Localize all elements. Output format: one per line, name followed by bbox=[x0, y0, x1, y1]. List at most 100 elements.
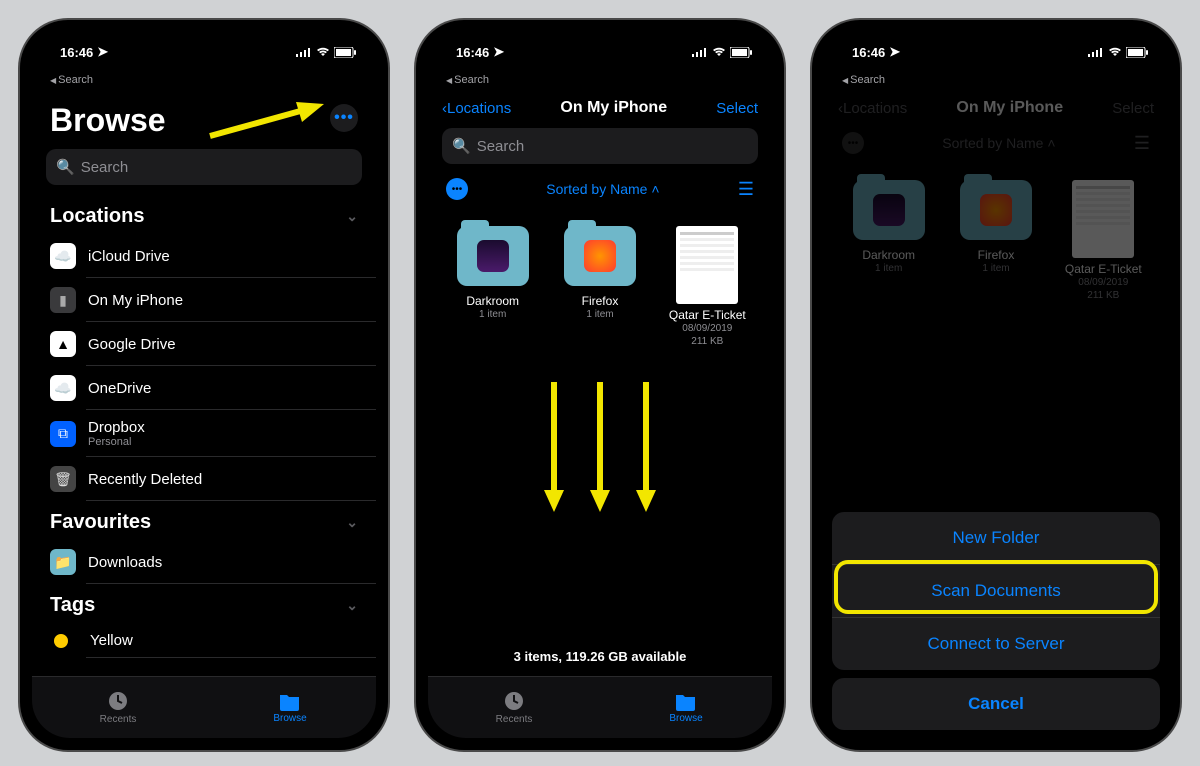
search-input[interactable]: 🔍 Search bbox=[46, 149, 362, 185]
locations-header[interactable]: Locations⌄ bbox=[32, 195, 376, 234]
tab-browse[interactable]: Browse bbox=[600, 677, 772, 738]
chevron-down-icon: ⌄ bbox=[346, 208, 358, 225]
folder-icon: 📁 bbox=[50, 549, 76, 575]
location-on-my-iphone[interactable]: ▮ On My iPhone bbox=[32, 278, 376, 322]
file-sub: 08/09/2019211 KB bbox=[682, 322, 732, 348]
tab-bar: Recents Browse bbox=[428, 676, 772, 738]
search-icon: 🔍 bbox=[56, 158, 75, 176]
tag-yellow[interactable]: Yellow bbox=[32, 623, 376, 658]
row-label: On My iPhone bbox=[88, 292, 183, 309]
annotation-highlight-scan bbox=[834, 560, 1158, 614]
chevron-down-icon: ⌄ bbox=[346, 514, 358, 531]
row-label: iCloud Drive bbox=[88, 248, 170, 265]
nav-title: On My iPhone bbox=[956, 99, 1063, 117]
search-input[interactable]: 🔍 Search bbox=[442, 128, 758, 164]
status-time: 16:46 bbox=[60, 45, 93, 60]
sheet-connect-server[interactable]: Connect to Server bbox=[832, 618, 1160, 670]
tab-recents[interactable]: Recents bbox=[428, 677, 600, 738]
trash-icon: 🗑 bbox=[50, 466, 76, 492]
back-to-search[interactable]: Search bbox=[32, 72, 376, 88]
row-label: Recently Deleted bbox=[88, 471, 202, 488]
folder-darkroom[interactable]: Darkroom 1 item bbox=[450, 226, 535, 348]
folder-toolbar: ••• Sorted by Name ˄ ☰ bbox=[428, 174, 772, 206]
tab-recents[interactable]: Recents bbox=[32, 677, 204, 738]
folder-darkroom: Darkroom 1 item bbox=[846, 180, 931, 302]
location-icon: ➤ bbox=[493, 44, 504, 60]
row-label: Yellow bbox=[90, 632, 133, 649]
file-sub: 1 item bbox=[479, 308, 506, 321]
row-label: OneDrive bbox=[88, 380, 151, 397]
file-sub: 1 item bbox=[586, 308, 613, 321]
battery-icon bbox=[334, 47, 356, 58]
screen-folder: 16:46➤ Search ‹ Locations On My iPhone S… bbox=[428, 32, 772, 738]
favourites-header[interactable]: Favourites⌄ bbox=[32, 501, 376, 540]
sort-button[interactable]: Sorted by Name ˄ bbox=[546, 181, 659, 197]
annotation-swipe-arrows bbox=[428, 382, 772, 512]
file-qatar-eticket: Qatar E-Ticket 08/09/2019211 KB bbox=[1061, 180, 1146, 302]
row-label: Downloads bbox=[88, 554, 162, 571]
location-recently-deleted[interactable]: 🗑 Recently Deleted bbox=[32, 457, 376, 501]
action-sheet: New Folder Scan Documents Connect to Ser… bbox=[832, 512, 1160, 730]
file-qatar-eticket[interactable]: Qatar E-Ticket 08/09/2019211 KB bbox=[665, 226, 750, 348]
tab-browse[interactable]: Browse bbox=[204, 677, 376, 738]
file-name: Firefox bbox=[582, 294, 619, 308]
nav-bar: ‹ Locations On My iPhone Select bbox=[428, 88, 772, 128]
location-onedrive[interactable]: ☁️ OneDrive bbox=[32, 366, 376, 410]
more-button[interactable]: ••• bbox=[446, 178, 468, 200]
more-options-button[interactable]: ••• bbox=[330, 104, 358, 132]
folder-firefox[interactable]: Firefox 1 item bbox=[557, 226, 642, 348]
screen-actionsheet: 16:46➤ Search ‹ Locations On My iPhone S… bbox=[824, 32, 1168, 738]
tags-header[interactable]: Tags⌄ bbox=[32, 584, 376, 623]
clock-icon bbox=[107, 690, 129, 712]
search-placeholder: Search bbox=[81, 159, 129, 176]
folder-icon bbox=[457, 226, 529, 286]
phone-frame-3: 16:46➤ Search ‹ Locations On My iPhone S… bbox=[812, 20, 1180, 750]
phone-frame-2: 16:46➤ Search ‹ Locations On My iPhone S… bbox=[416, 20, 784, 750]
tab-bar: Recents Browse bbox=[32, 676, 376, 738]
row-label: DropboxPersonal bbox=[88, 419, 145, 448]
search-icon: 🔍 bbox=[452, 137, 471, 155]
document-icon bbox=[676, 226, 738, 304]
dropbox-icon: ⧉ bbox=[50, 421, 76, 447]
annotation-arrow-diagonal bbox=[204, 102, 324, 142]
tag-dot-icon bbox=[54, 634, 68, 648]
status-time: 16:46 bbox=[852, 45, 885, 60]
folder-icon bbox=[279, 691, 301, 711]
signal-icon bbox=[296, 47, 312, 57]
status-indicators bbox=[296, 47, 356, 58]
chevron-up-icon: ˄ bbox=[651, 181, 659, 197]
select-button[interactable]: Select bbox=[716, 100, 758, 117]
storage-footer: 3 items, 119.26 GB available bbox=[428, 649, 772, 664]
gdrive-icon: ▲ bbox=[50, 331, 76, 357]
notch bbox=[124, 20, 284, 42]
nav-title: On My iPhone bbox=[560, 99, 667, 117]
location-icloud[interactable]: ☁️ iCloud Drive bbox=[32, 234, 376, 278]
search-placeholder: Search bbox=[477, 138, 525, 155]
location-icon: ➤ bbox=[889, 44, 900, 60]
sheet-new-folder[interactable]: New Folder bbox=[832, 512, 1160, 565]
file-grid: Darkroom 1 item Firefox 1 item Qatar E-T… bbox=[428, 206, 772, 348]
nav-back-locations: ‹ Locations bbox=[838, 100, 907, 117]
onedrive-icon: ☁️ bbox=[50, 375, 76, 401]
phone-icon: ▮ bbox=[50, 287, 76, 313]
screen-browse: 16:46 ➤ Search ••• Browse 🔍 Search Locati… bbox=[32, 32, 376, 738]
folder-icon bbox=[564, 226, 636, 286]
back-to-search[interactable]: Search bbox=[428, 72, 772, 88]
status-indicators bbox=[692, 47, 752, 58]
nav-back-locations[interactable]: ‹ Locations bbox=[442, 100, 511, 117]
sort-button: Sorted by Name ˄ bbox=[942, 135, 1055, 151]
location-google-drive[interactable]: ▲ Google Drive bbox=[32, 322, 376, 366]
file-name: Darkroom bbox=[862, 248, 915, 262]
file-name: Firefox bbox=[978, 248, 1015, 262]
fav-downloads[interactable]: 📁 Downloads bbox=[32, 540, 376, 584]
phone-frame-1: 16:46 ➤ Search ••• Browse 🔍 Search Locati… bbox=[20, 20, 388, 750]
sheet-cancel[interactable]: Cancel bbox=[832, 678, 1160, 730]
location-dropbox[interactable]: ⧉ DropboxPersonal bbox=[32, 410, 376, 457]
view-toggle-icon[interactable]: ☰ bbox=[738, 179, 754, 200]
folder-toolbar: ••• Sorted by Name ˄ ☰ bbox=[824, 128, 1168, 160]
more-button: ••• bbox=[842, 132, 864, 154]
notch bbox=[916, 20, 1076, 42]
file-grid: Darkroom 1 item Firefox 1 item Qatar E-T… bbox=[824, 160, 1168, 302]
location-icon: ➤ bbox=[97, 44, 108, 60]
chevron-down-icon: ⌄ bbox=[346, 597, 358, 614]
